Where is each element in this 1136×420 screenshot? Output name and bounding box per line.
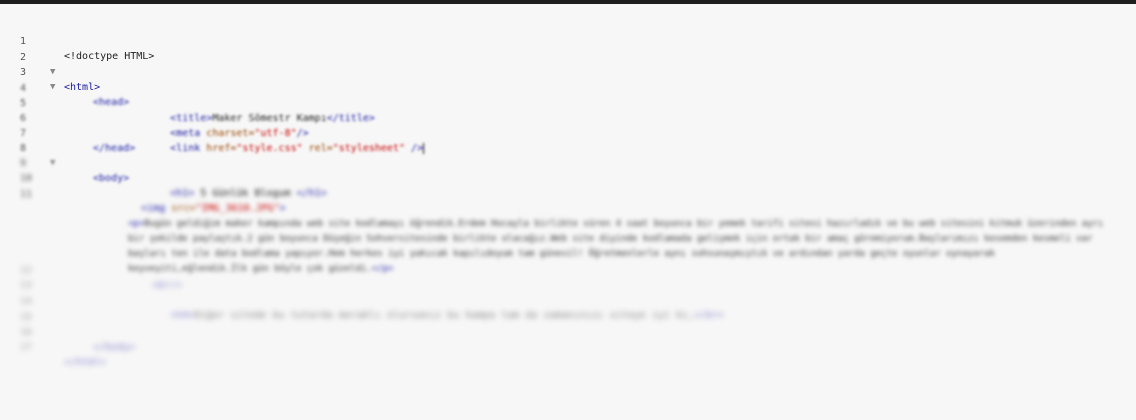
- code-line[interactable]: 6 <link href="style.css" rel="stylesheet…: [0, 96, 1136, 154]
- code-line[interactable]: 3 ▼ <head>: [0, 50, 1136, 108]
- code-line[interactable]: 9 <h1> 5 Günlük Blogum </h1>: [0, 141, 1136, 199]
- code-line[interactable]: 12 <br/>: [0, 248, 1136, 291]
- code-tag: <p>: [128, 219, 145, 229]
- line-number: 17: [20, 342, 33, 353]
- code-text: </html>: [64, 357, 107, 368]
- editor-content: 1 <!doctype HTML> 2 ▼ <html> 3 ▼ <head> …: [0, 4, 1136, 420]
- code-line[interactable]: 11 <p>Bugün geldiğim maker kampında web …: [0, 172, 1136, 274]
- code-text: </body>: [93, 342, 136, 353]
- line-number: 11: [20, 189, 33, 200]
- code-line[interactable]: 16 </body>: [0, 310, 1136, 353]
- code-line[interactable]: 1 <!doctype HTML>: [0, 19, 1136, 62]
- code-editor[interactable]: 1 <!doctype HTML> 2 ▼ <html> 3 ▼ <head> …: [0, 4, 1136, 420]
- code-line[interactable]: 2 ▼ <html>: [0, 35, 1136, 93]
- code-line[interactable]: 7 </head>: [0, 111, 1136, 154]
- code-line[interactable]: 10 <img src="IMG_3610.JPG">: [0, 156, 1136, 214]
- code-line[interactable]: 8 ▼ <body>: [0, 126, 1136, 184]
- code-line[interactable]: 14: [0, 279, 1136, 307]
- code-line[interactable]: 15: [0, 295, 1136, 323]
- code-line[interactable]: 4 <title>Maker Sömestr Kampı</title>: [0, 66, 1136, 124]
- code-line[interactable]: 13 <h4>Diğer sitede bu tutarda meraklı o…: [0, 263, 1136, 321]
- code-line[interactable]: 17 </html>: [0, 325, 1136, 368]
- code-line[interactable]: 5 <meta charset="utf-8"/>: [0, 81, 1136, 139]
